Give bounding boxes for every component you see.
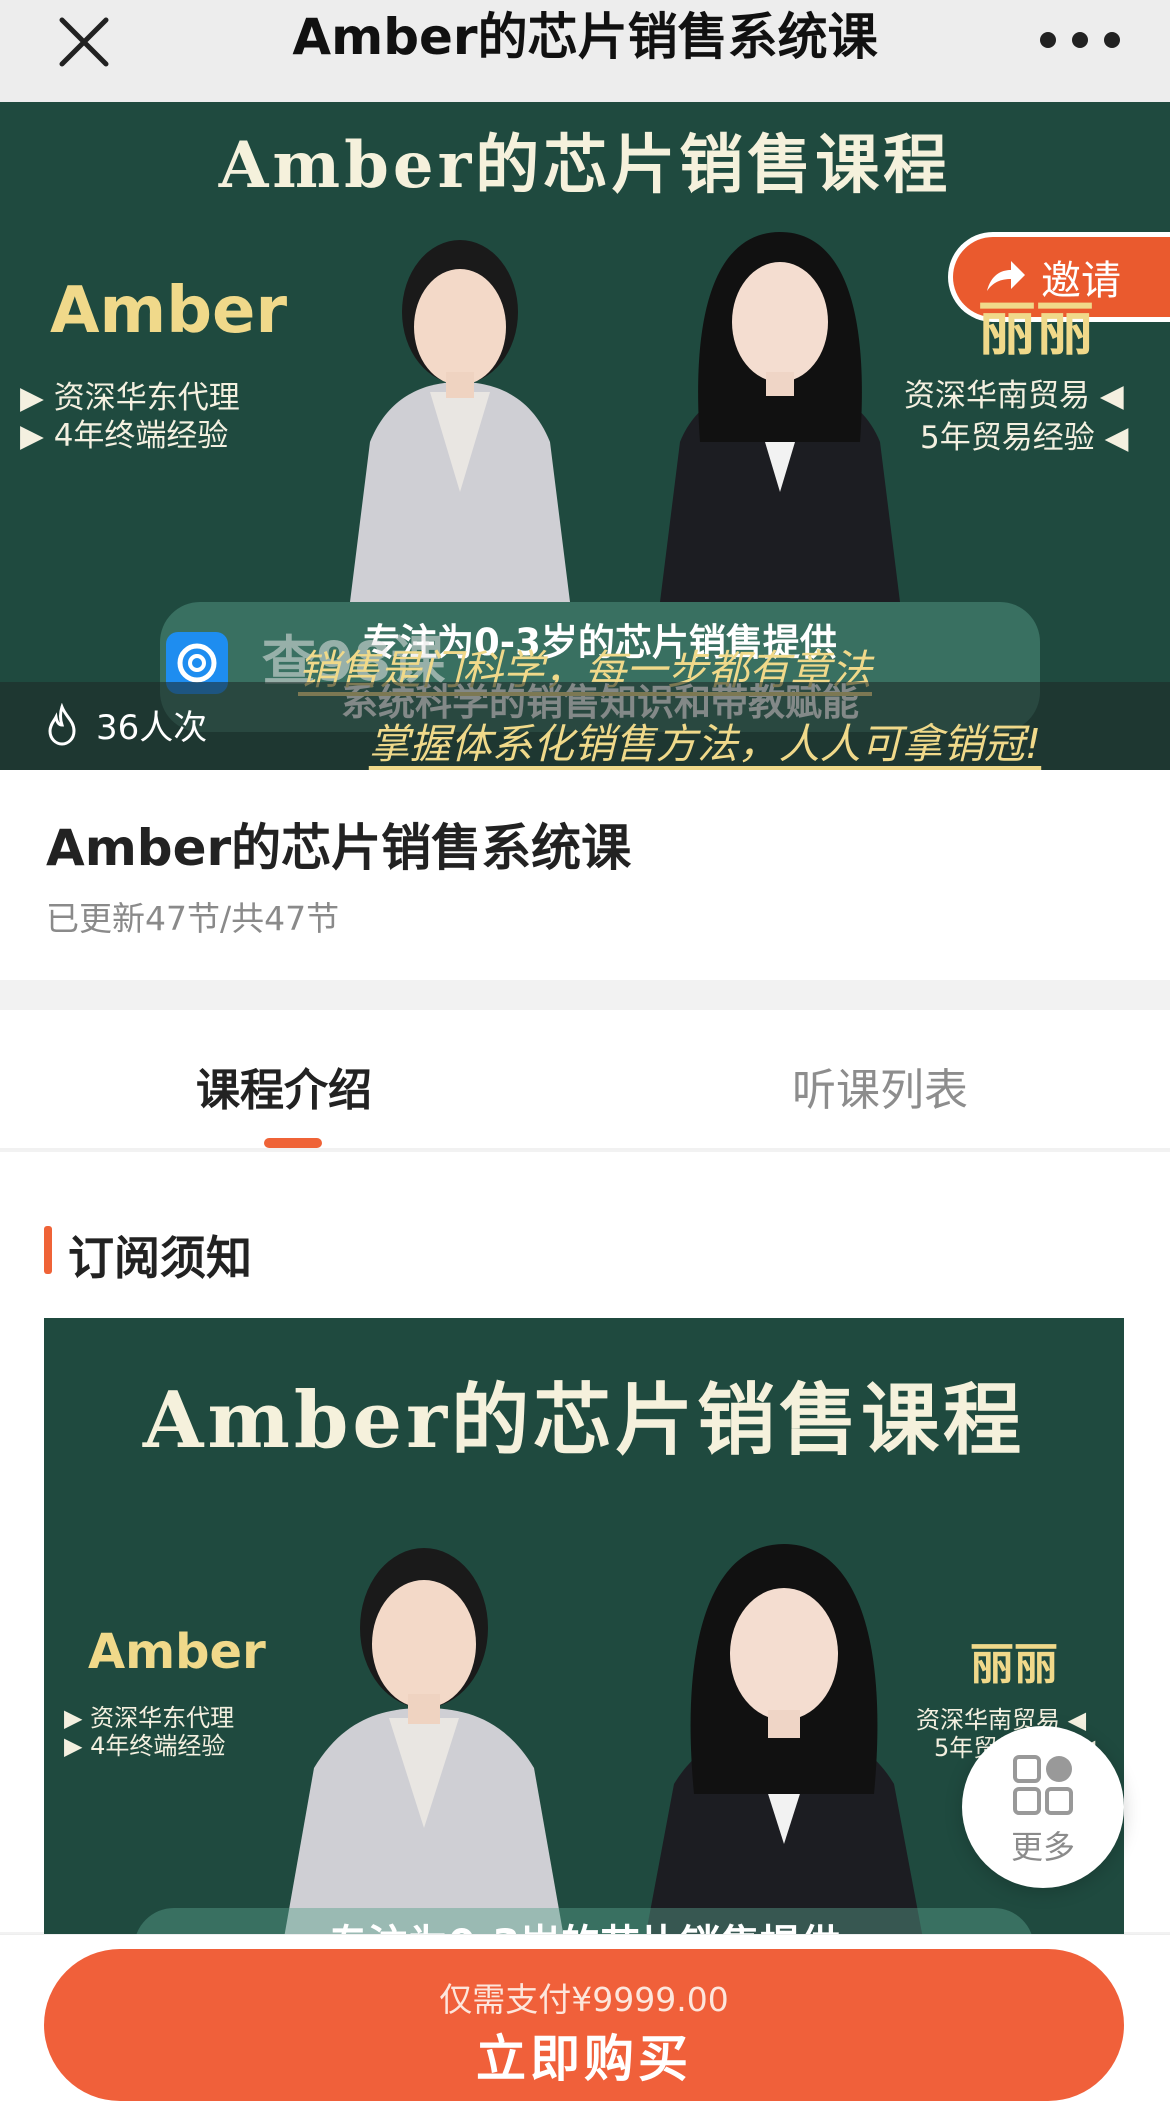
more-options-icon[interactable] (1040, 28, 1120, 52)
course-progress: 已更新47节/共47节 (46, 899, 340, 938)
more-button[interactable]: 更多 (962, 1726, 1124, 1888)
teacher-portrait-lili (660, 232, 900, 602)
page-title: Amber的芯片销售系统课 (292, 8, 878, 66)
tab-lesson-list[interactable]: 听课列表 (792, 1054, 968, 1118)
teacher-bullet: 5年贸易经验 ◀ (920, 420, 1129, 456)
teacher-portrait-lili (645, 1544, 923, 1938)
section-title: 订阅须知 (68, 1231, 252, 1285)
buy-now-button[interactable]: 仅需支付¥9999.00 立即购买 (44, 1949, 1124, 2101)
teacher-bullet: ▶ 4年终端经验 (64, 1732, 226, 1760)
active-tab-indicator (264, 1138, 322, 1148)
teacher-bullet: ▶ 4年终端经验 (20, 418, 229, 454)
buy-now-label: 立即购买 (476, 2030, 692, 2088)
view-count: 36人次 (40, 700, 207, 749)
section-accent-bar (44, 1226, 52, 1274)
course-cover-banner: Amber的芯片销售课程 邀请 Amber ▶ 资深华东代理 ▶ 4年终端经验 … (0, 102, 1170, 770)
more-label: 更多 (1010, 1828, 1075, 1866)
teacher-name-lili: 丽丽 (970, 1639, 1058, 1690)
teacher-portrait-amber (284, 1548, 564, 1938)
price-label: 仅需支付¥9999.00 (439, 1980, 729, 2019)
grid-apps-icon (1013, 1755, 1073, 1815)
flame-icon (48, 702, 76, 746)
course-title: Amber的芯片销售系统课 (46, 819, 632, 877)
view-count-label: 36人次 (96, 708, 208, 748)
teacher-name-amber: Amber (88, 1624, 266, 1680)
purchase-bar: 仅需支付¥9999.00 立即购买 (0, 1934, 1170, 2120)
close-icon[interactable] (52, 10, 116, 74)
teacher-portrait-amber (350, 240, 570, 602)
tab-course-intro[interactable]: 课程介绍 (196, 1054, 372, 1118)
teacher-name-lili: 丽丽 (978, 295, 1095, 363)
top-navigation-bar: Amber的芯片销售系统课 (0, 0, 1170, 102)
slogan-line-2: 掌握体系化销售方法，人人可拿销冠! (368, 720, 1042, 768)
course-info-card: Amber的芯片销售系统课 已更新47节/共47节 (0, 770, 1170, 980)
course-tabs: 课程介绍 听课列表 (0, 1010, 1170, 1150)
teacher-bullet: 资深华南贸易 ◀ (904, 378, 1124, 414)
teacher-name-amber: Amber (50, 274, 287, 348)
intro-banner-title: Amber的芯片销售课程 (142, 1375, 1026, 1466)
